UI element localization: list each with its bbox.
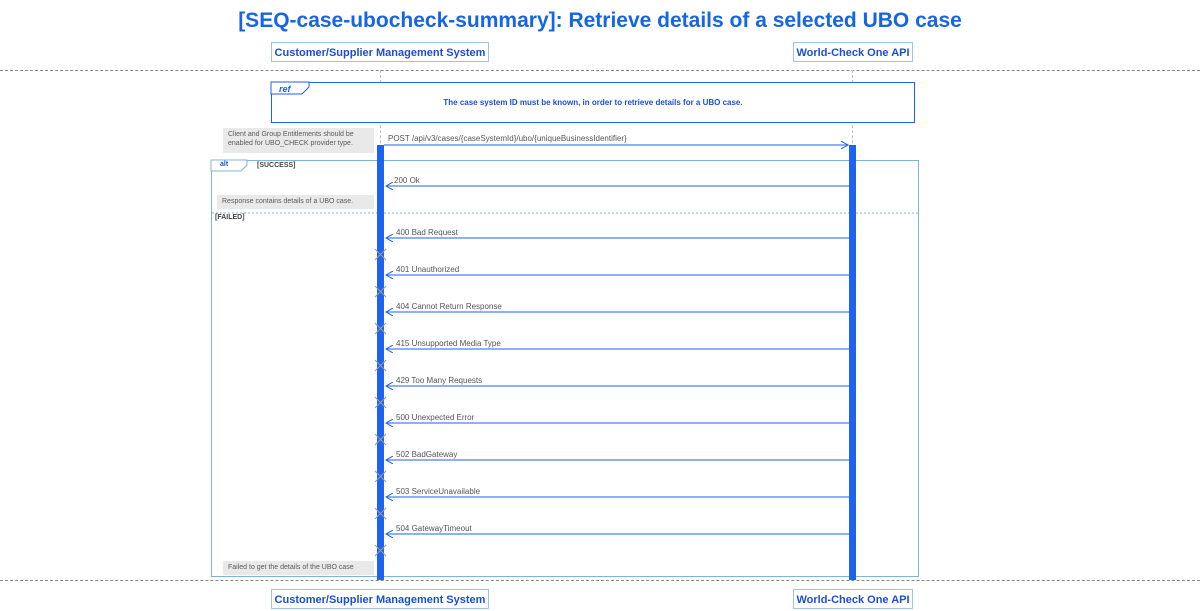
failure-arrows	[386, 238, 849, 534]
participant-customer-system-bottom: Customer/Supplier Management System	[271, 589, 489, 609]
destroy-mark-icon	[374, 507, 387, 520]
destroy-mark-icon	[374, 470, 387, 483]
destroy-mark-icon	[374, 544, 387, 557]
participant-world-check-api-bottom: World-Check One API	[793, 589, 913, 609]
destroy-marks	[374, 248, 387, 557]
destroy-mark-icon	[374, 285, 387, 298]
destroy-mark-icon	[374, 396, 387, 409]
destroy-mark-icon	[374, 322, 387, 335]
messages-layer	[374, 0, 849, 557]
destroy-mark-icon	[374, 359, 387, 372]
destroy-mark-icon	[374, 248, 387, 261]
destroy-mark-icon	[374, 433, 387, 446]
